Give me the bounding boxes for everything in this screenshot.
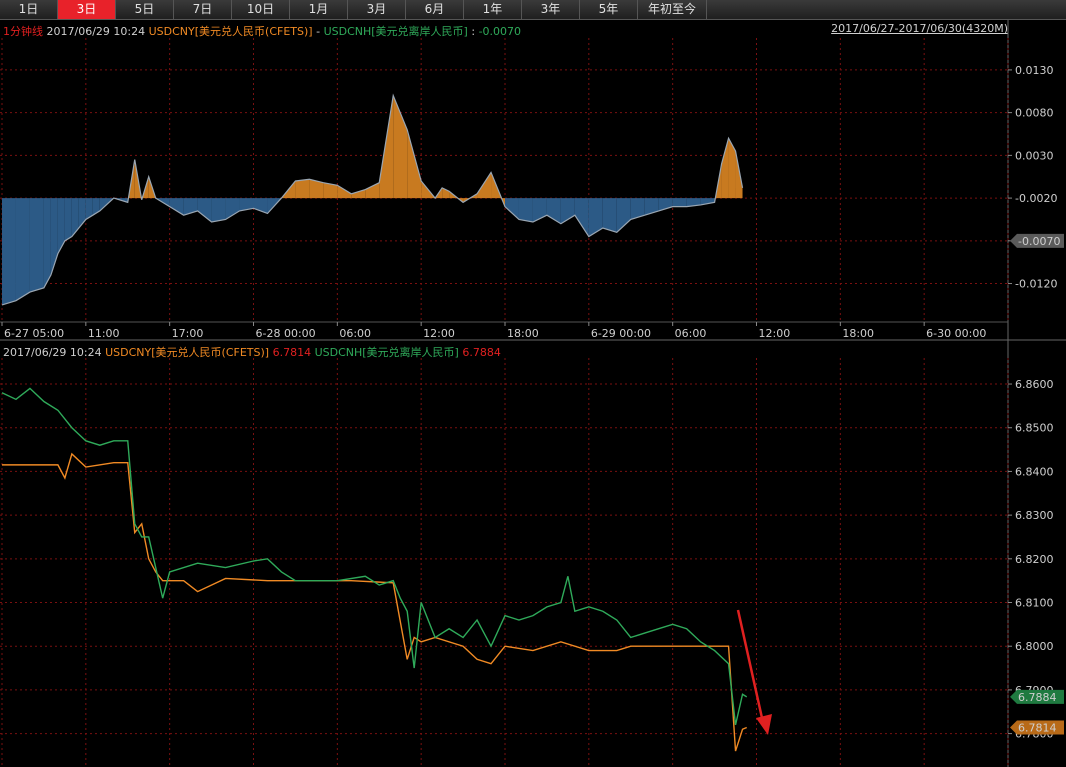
spread-area-segment	[2, 198, 16, 305]
spread-area-segment	[721, 138, 729, 199]
spread-y-tick-label: -0.0020	[1015, 192, 1057, 205]
x-tick-label: 6-28 00:00	[256, 327, 316, 340]
spread-y-tick-label: 0.0080	[1015, 107, 1054, 120]
spread-y-tick-label: 0.0030	[1015, 149, 1054, 162]
annotation-arrow-shaft	[736, 609, 764, 719]
x-tick-label: 12:00	[423, 327, 455, 340]
x-tick-label: 11:00	[88, 327, 120, 340]
spread-area-segment	[393, 95, 408, 199]
price-y-tick-label: 6.8600	[1015, 378, 1054, 391]
spread-area-segment	[588, 198, 603, 237]
spread-area-segment	[43, 198, 51, 288]
spread-area-segment	[295, 179, 310, 199]
price-last-label-usdcnh: 6.7884	[1018, 691, 1057, 704]
chart-canvas: 6-27 05:00 11:00 17:00 6-28 00:00 06:00 12:00…	[0, 20, 1066, 767]
spread-area-segment	[71, 198, 79, 237]
price-line-usdcnh	[1, 387, 748, 726]
spread-chart	[1, 93, 744, 306]
x-tick-label: 6-30 00:00	[926, 327, 986, 340]
spread-area-segment	[602, 198, 617, 233]
spread-area-segment	[365, 182, 380, 199]
price-y-tick-label: 6.8200	[1015, 553, 1054, 566]
price-y-tick-label: 6.8300	[1015, 509, 1054, 522]
x-tick-label: 17:00	[172, 327, 204, 340]
spread-area-segment	[64, 198, 72, 241]
x-tick-label: 18:00	[842, 327, 874, 340]
x-tick-label: 18:00	[507, 327, 539, 340]
spread-area-segment	[197, 198, 212, 223]
price-y-tick-label: 6.8000	[1015, 640, 1054, 653]
x-tick-label: 6-27 05:00	[4, 327, 64, 340]
x-tick-label: 06:00	[339, 327, 371, 340]
spread-y-tick-label: 0.0130	[1015, 64, 1054, 77]
x-tick-label: 6-29 00:00	[591, 327, 651, 340]
price-y-tick-label: 6.8500	[1015, 422, 1054, 435]
spread-area-segment	[407, 129, 422, 199]
x-tick-label: 06:00	[675, 327, 707, 340]
spread-area-segment	[616, 198, 631, 233]
spread-y-tick-label: -0.0120	[1015, 278, 1057, 291]
spread-area-segment	[15, 198, 30, 301]
x-tick-label: 12:00	[759, 327, 791, 340]
price-y-tick-label: 6.8400	[1015, 465, 1054, 478]
spread-area-segment	[57, 198, 65, 254]
spread-area-segment	[672, 198, 687, 207]
spread-current-label: -0.0070	[1018, 235, 1060, 248]
spread-area-segment	[351, 189, 366, 199]
spread-area-segment	[169, 198, 184, 216]
price-y-tick-label: 6.8100	[1015, 597, 1054, 610]
spread-area-segment	[518, 198, 533, 223]
spread-area-segment	[728, 138, 736, 199]
spread-area-segment	[29, 198, 44, 293]
spread-area-segment	[211, 198, 226, 223]
price-last-label-usdcny: 6.7814	[1018, 721, 1057, 734]
annotation-arrow-head	[756, 714, 772, 735]
spread-area-segment	[225, 198, 240, 220]
price-chart	[1, 387, 772, 752]
